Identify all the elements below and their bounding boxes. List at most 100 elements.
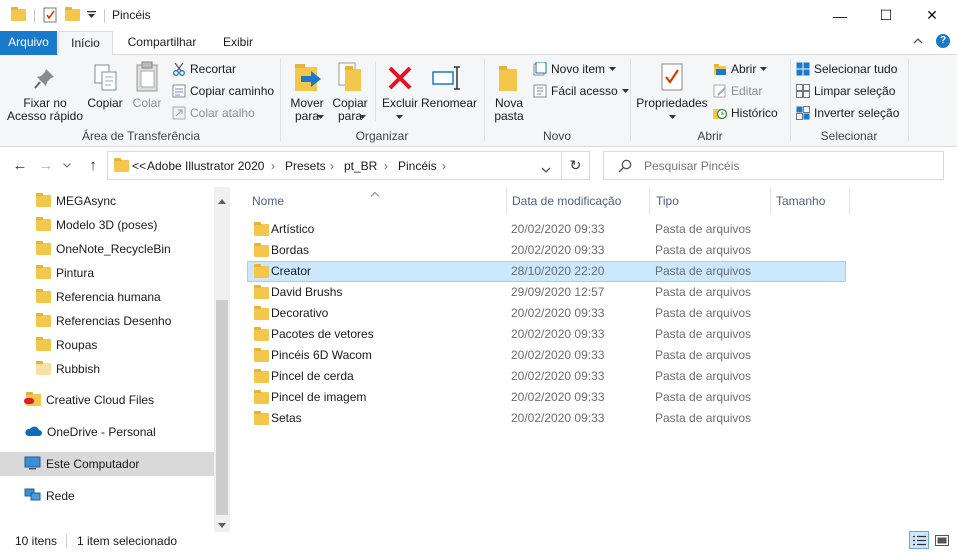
file-name: Setas (271, 411, 302, 425)
collapse-ribbon-icon[interactable] (913, 35, 923, 47)
minimize-button[interactable]: — (817, 0, 863, 31)
nav-item-modelo-3d[interactable]: Modelo 3D (poses) (0, 213, 214, 237)
tab-arquivo[interactable]: Arquivo (0, 31, 57, 55)
column-divider[interactable] (649, 188, 650, 214)
history-button[interactable]: Histórico (713, 106, 778, 120)
select-all-button[interactable]: Selecionar tudo (796, 62, 897, 76)
group-label-clipboard: Área de Transferência (81, 129, 201, 143)
move-to-button[interactable]: Mover para (286, 97, 328, 123)
nav-item-rede[interactable]: Rede (0, 484, 214, 508)
breadcrumb-adobe-illustrator[interactable]: Adobe Illustrator 2020 (147, 159, 264, 173)
details-view-button[interactable] (909, 531, 929, 549)
nav-item-rubbish[interactable]: Rubbish (0, 357, 214, 381)
pin-quick-access-button[interactable]: Fixar no Acesso rápido (6, 97, 84, 123)
rename-button[interactable]: Renomear (420, 97, 478, 110)
column-header-size[interactable]: Tamanho (776, 188, 848, 214)
open-label: Abrir (731, 62, 757, 76)
breadcrumb-separator[interactable]: › (442, 159, 446, 173)
properties-button[interactable]: Propriedades (634, 97, 710, 119)
file-row[interactable]: Pincéis 6D Wacom 20/02/2020 09:33 Pasta de… (247, 345, 846, 366)
breadcrumb-presets[interactable]: Presets (285, 159, 326, 173)
nav-item-roupas[interactable]: Roupas (0, 333, 214, 357)
folder-icon (254, 348, 269, 362)
file-row[interactable]: Decorativo 20/02/2020 09:33 Pasta de arqui… (247, 303, 846, 324)
paste-button[interactable]: Colar (128, 97, 166, 110)
breadcrumb-pinceis[interactable]: Pincéis (398, 159, 437, 173)
file-row[interactable]: David Brushs 29/09/2020 12:57 Pasta de arq… (247, 282, 846, 303)
file-row-selected[interactable]: Creator 28/10/2020 22:20 Pasta de arquivos (247, 261, 846, 282)
nav-item-referencia-humana[interactable]: Referencia humana (0, 285, 214, 309)
cut-button[interactable]: Recortar (172, 62, 236, 76)
file-row[interactable]: Artístico 20/02/2020 09:33 Pasta de arquiv… (247, 219, 846, 240)
file-row[interactable]: Pacotes de vetores 20/02/2020 09:33 Pasta … (247, 324, 846, 345)
breadcrumb-pt-br[interactable]: pt_BR (344, 159, 377, 173)
new-folder-button[interactable]: Nova pasta (490, 97, 528, 123)
paste-shortcut-button[interactable]: Colar atalho (172, 106, 255, 120)
nav-item-megasync[interactable]: MEGAsync (0, 189, 214, 213)
up-button[interactable]: ↑ (82, 152, 104, 178)
file-type: Pasta de arquivos (655, 222, 752, 236)
close-button[interactable]: ✕ (909, 0, 955, 31)
folder-icon (8, 5, 28, 25)
search-box[interactable]: Pesquisar Pincéis (603, 151, 944, 180)
copy-path-button[interactable]: Copiar caminho (172, 84, 274, 98)
divider (375, 61, 376, 121)
edit-button[interactable]: Editar (713, 84, 762, 98)
column-header-date[interactable]: Data de modificação (512, 188, 648, 214)
nav-item-creative-cloud[interactable]: Creative Cloud Files (0, 388, 214, 412)
column-header-type[interactable]: Tipo (656, 188, 769, 214)
chevron-down-icon (541, 167, 551, 173)
nav-scrollbar-thumb[interactable] (216, 300, 228, 515)
nav-item-onedrive[interactable]: OneDrive - Personal (0, 420, 214, 444)
breadcrumb-overflow[interactable]: << (132, 159, 146, 173)
tab-compartilhar[interactable]: Compartilhar (118, 31, 206, 55)
breadcrumb-separator[interactable]: › (384, 159, 388, 173)
tab-exibir[interactable]: Exibir (211, 31, 265, 55)
file-row[interactable]: Setas 20/02/2020 09:33 Pasta de arquivos (247, 408, 846, 429)
folder-icon (36, 313, 51, 327)
column-divider[interactable] (849, 188, 850, 214)
file-row[interactable]: Pincel de cerda 20/02/2020 09:33 Pasta de … (247, 366, 846, 387)
delete-button[interactable]: Excluir (380, 97, 420, 119)
pin-label-2: Acesso rápido (6, 109, 84, 123)
copy-button[interactable]: Copiar (86, 97, 124, 110)
open-button[interactable]: Abrir (713, 62, 768, 76)
large-icons-view-button[interactable] (932, 531, 952, 549)
properties-quick-icon[interactable] (40, 5, 60, 25)
help-icon[interactable]: ? (936, 34, 950, 48)
file-row[interactable]: Bordas 20/02/2020 09:33 Pasta de arquivos (247, 240, 846, 261)
edit-icon (713, 84, 727, 98)
nav-item-este-computador[interactable]: Este Computador (0, 452, 214, 476)
file-date: 20/02/2020 09:33 (511, 369, 605, 383)
file-name: Pacotes de vetores (271, 327, 374, 341)
easy-access-button[interactable]: Fácil acesso (533, 84, 629, 98)
nav-item-pintura[interactable]: Pintura (0, 261, 214, 285)
refresh-button[interactable]: ↻ (561, 151, 590, 180)
scroll-down-icon[interactable] (218, 517, 226, 531)
nav-item-referencias-desenho[interactable]: Referencias Desenho (0, 309, 214, 333)
invert-selection-icon (796, 106, 810, 120)
forward-button[interactable]: → (35, 152, 57, 178)
column-header-name[interactable]: Nome (252, 188, 505, 214)
select-none-button[interactable]: Limpar seleção (796, 84, 895, 98)
new-item-button[interactable]: Novo item (533, 61, 617, 76)
breadcrumb-separator[interactable]: › (330, 159, 334, 173)
file-row[interactable]: Pincel de imagem 20/02/2020 09:33 Pasta de… (247, 387, 846, 408)
invert-selection-button[interactable]: Inverter seleção (796, 106, 899, 120)
address-history-button[interactable] (541, 162, 551, 176)
customize-toolbar-icon[interactable] (84, 5, 98, 25)
nav-item-onenote-recyclebin[interactable]: OneNote_RecycleBin (0, 237, 214, 261)
recent-locations-button[interactable] (60, 152, 74, 178)
tab-inicio[interactable]: Início (58, 31, 113, 56)
back-button[interactable]: ← (9, 152, 31, 178)
new-folder-quick-icon[interactable] (62, 5, 82, 25)
scroll-up-icon[interactable] (218, 193, 226, 207)
column-divider[interactable] (770, 188, 771, 214)
dropdown-arrow-icon (609, 67, 617, 71)
address-bar[interactable]: << Adobe Illustrator 2020 › Presets › pt… (107, 151, 590, 180)
maximize-button[interactable]: ☐ (863, 0, 909, 31)
file-type: Pasta de arquivos (655, 285, 752, 299)
copy-to-button[interactable]: Copiar para (330, 97, 370, 123)
breadcrumb-separator[interactable]: › (271, 159, 275, 173)
column-divider[interactable] (506, 188, 507, 214)
